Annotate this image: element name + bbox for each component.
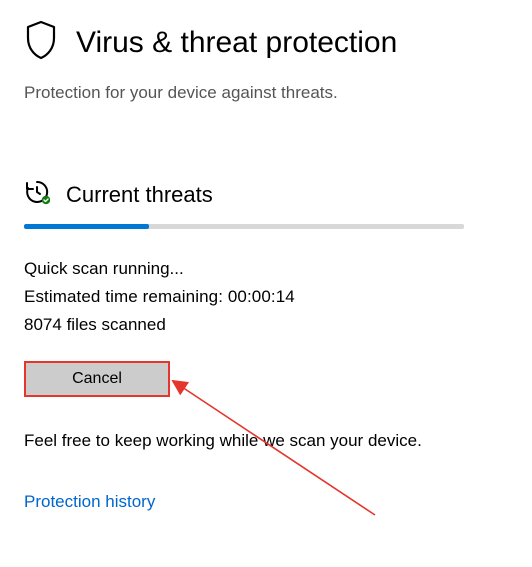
page-title: Virus & threat protection (76, 26, 397, 60)
shield-icon (24, 20, 58, 65)
scan-eta-value: 00:00:14 (228, 287, 295, 306)
scan-progress-bar (24, 224, 464, 229)
scan-eta-label: Estimated time remaining: (24, 287, 223, 306)
scan-progress-fill (24, 224, 149, 229)
scan-files-suffix: files scanned (67, 315, 166, 334)
scan-files-count: 8074 (24, 315, 62, 334)
annotation-arrow (170, 375, 390, 535)
scan-eta: Estimated time remaining: 00:00:14 (24, 283, 508, 311)
scan-files: 8074 files scanned (24, 311, 508, 339)
page-subtitle: Protection for your device against threa… (24, 83, 508, 103)
protection-history-link[interactable]: Protection history (24, 492, 155, 512)
scan-hint: Feel free to keep working while we scan … (24, 427, 474, 454)
section-title: Current threats (66, 182, 213, 208)
scan-status: Quick scan running... (24, 255, 508, 283)
cancel-button[interactable]: Cancel (24, 361, 170, 397)
scan-history-icon (24, 179, 50, 210)
